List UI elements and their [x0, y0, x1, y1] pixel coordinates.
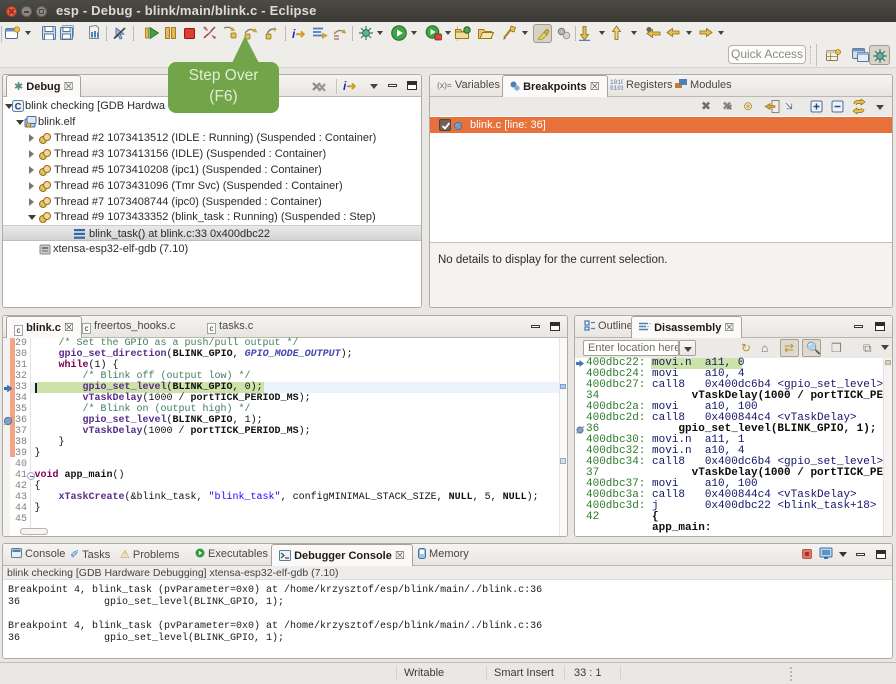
svg-text:0101: 0101 [610, 85, 623, 90]
svg-text:C: C [15, 102, 22, 112]
